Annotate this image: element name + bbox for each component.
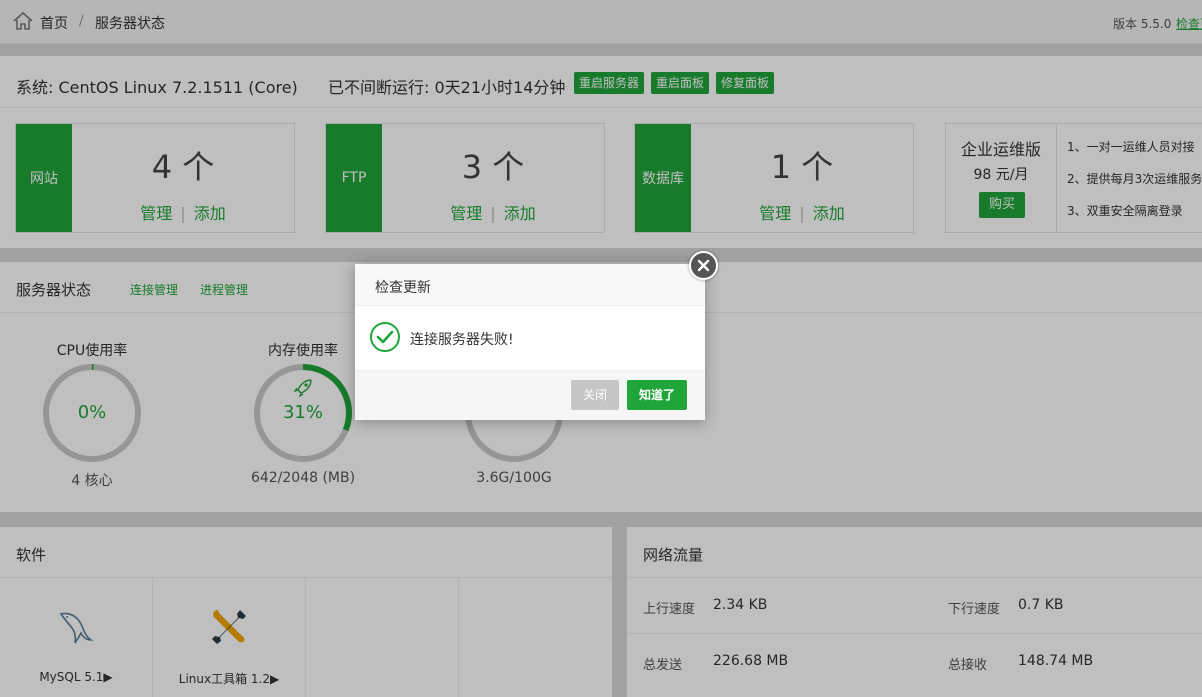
- check-update-dialog: 检查更新 连接服务器失败! 关闭 知道了: [355, 264, 705, 420]
- dialog-message: 连接服务器失败!: [410, 332, 514, 348]
- check-circle-icon: [370, 322, 400, 352]
- close-icon: [697, 259, 710, 272]
- dialog-close-button[interactable]: [689, 251, 718, 280]
- dialog-title: 检查更新: [375, 280, 431, 296]
- ok-button[interactable]: 知道了: [627, 380, 687, 410]
- close-button[interactable]: 关闭: [571, 380, 619, 410]
- dialog-footer: 关闭 知道了: [355, 370, 705, 420]
- dialog-header[interactable]: 检查更新: [355, 264, 705, 306]
